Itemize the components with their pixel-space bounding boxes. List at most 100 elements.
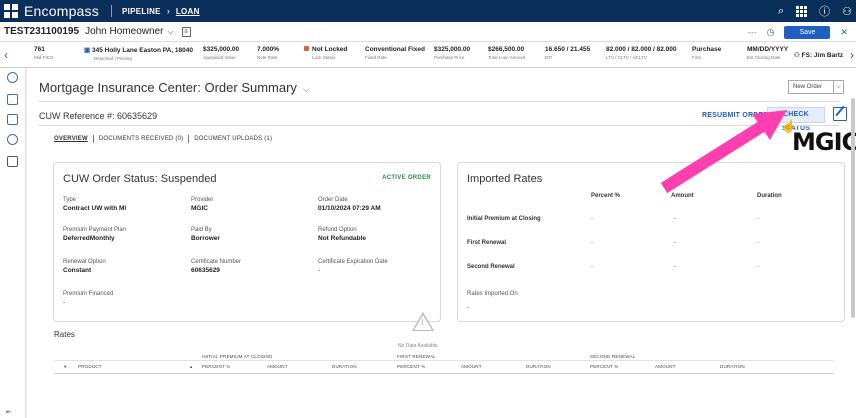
header-amount-3[interactable]: AMOUNT xyxy=(655,364,676,369)
breadcrumb-loan[interactable]: LOAN xyxy=(176,7,200,16)
close-icon[interactable]: ✕ xyxy=(840,27,848,38)
row-initial-premium: Initial Premium at Closing xyxy=(467,216,541,222)
loan-number: TEST231100195 xyxy=(4,26,80,37)
header-duration-3[interactable]: DURATION xyxy=(720,364,745,369)
check-status-button[interactable]: CHECK STATUS xyxy=(767,107,825,132)
property-icon: ▣ xyxy=(84,47,91,54)
col-amount: Amount xyxy=(671,193,694,199)
rates-table: INITIAL PREMIUM AT CLOSING FIRST RENEWAL… xyxy=(54,344,854,418)
tab-overview[interactable]: OVERVIEW xyxy=(54,136,93,142)
chevron-down-icon[interactable]: ⌵ xyxy=(167,27,173,37)
encompass-logo-icon xyxy=(4,4,18,18)
field-certificate-number: Certificate Number 60635629 xyxy=(191,259,242,274)
search-icon[interactable]: ⌕ xyxy=(778,5,784,18)
top-bar: Encompass PIPELINE › LOAN ⌕ ⓘ ⚇ xyxy=(0,0,856,22)
services-icon[interactable] xyxy=(7,134,18,145)
col-duration: Duration xyxy=(757,193,782,199)
cuw-reference: CUW Reference #: 60635629 xyxy=(39,111,158,121)
save-button[interactable]: Save xyxy=(784,25,831,39)
field-paid-by: Paid By Borrower xyxy=(191,227,220,242)
tab-documents-received[interactable]: DOCUMENTS RECEIVED (0) xyxy=(94,136,188,142)
vertical-scrollbar[interactable] xyxy=(851,98,855,318)
header-amount-1[interactable]: AMOUNT xyxy=(267,364,288,369)
person-icon: ⚇ xyxy=(794,52,800,59)
field-provider: Provider MGIC xyxy=(191,197,214,212)
borrower-name[interactable]: John Homeowner xyxy=(85,26,163,37)
summary-loan-type: Conventional Fixed Fixed Rate xyxy=(365,46,425,60)
header-percent-3[interactable]: PERCENT % xyxy=(590,364,618,369)
main-content: Mortgage Insurance Center: Order Summary… xyxy=(27,68,856,418)
rates-imported-on-label: Rates Imported On xyxy=(467,291,518,297)
header-percent-2[interactable]: PERCENT % xyxy=(397,364,425,369)
sort-icon[interactable]: ▾ xyxy=(64,364,66,370)
field-type: Type Contract UW with MI xyxy=(63,197,127,212)
pointer-cursor-icon: ☝ xyxy=(781,119,796,133)
resubmit-order-button[interactable]: RESUBMIT ORDER xyxy=(702,112,769,119)
page-title: Mortgage Insurance Center: Order Summary… xyxy=(39,80,310,95)
more-icon[interactable]: ··· xyxy=(748,27,757,37)
left-rail xyxy=(0,68,26,418)
history-icon[interactable]: ◷ xyxy=(767,27,775,38)
field-refund-option: Refund Option Not Refundable xyxy=(318,227,367,242)
help-icon[interactable]: ⓘ xyxy=(819,3,830,19)
rates-imported-on-value: - xyxy=(467,305,469,311)
summary-purpose: Purchase First xyxy=(692,46,722,60)
loan-summary-strip: ‹ 761 Mid-FICO ▣ 345 Holly Lane Easton PA… xyxy=(0,42,856,68)
breadcrumb-pipeline[interactable]: PIPELINE xyxy=(122,7,161,16)
order-status-title: CUW Order Status: Suspended xyxy=(63,173,217,185)
header-product[interactable]: PRODUCT xyxy=(78,364,102,369)
group-first-renewal: FIRST RENEWAL xyxy=(397,354,436,359)
row-first-renewal: First Renewal xyxy=(467,240,507,246)
field-premium-financed: Premium Financed - xyxy=(63,291,114,306)
tab-bar: OVERVIEW DOCUMENTS RECEIVED (0) DOCUMENT… xyxy=(54,135,277,143)
briefcase-icon[interactable] xyxy=(7,156,18,167)
summary-closing-date: MM/DD/YYYY Est Closing Date xyxy=(747,46,789,60)
summary-appraised: $325,000.00 Appraised Value xyxy=(203,46,240,60)
list-icon[interactable] xyxy=(7,94,18,105)
user-icon[interactable]: ⚇ xyxy=(842,5,852,18)
group-second-renewal: SECOND RENEWAL xyxy=(590,354,636,359)
field-order-date: Order Date 01/10/2024 07:29 AM xyxy=(318,197,381,212)
chevron-down-icon: ⌵ xyxy=(833,81,843,93)
summary-loan-officer[interactable]: ⚇ FS: Jim Bartz xyxy=(794,51,843,59)
collapse-icon[interactable]: ⇤ xyxy=(6,408,12,416)
apps-grid-icon[interactable] xyxy=(796,5,808,17)
header-duration-2[interactable]: DURATION xyxy=(526,364,551,369)
edit-icon[interactable] xyxy=(833,107,847,121)
exclamation-icon: ! xyxy=(421,318,424,327)
summary-purchase-price: $325,000.00 Purchase Price xyxy=(434,46,471,60)
row-second-renewal: Second Renewal xyxy=(467,264,515,270)
imported-rates-card: Imported Rates Percent % Amount Duration… xyxy=(457,162,845,322)
chevron-right-icon[interactable]: › xyxy=(850,48,854,62)
summary-property: ▣ 345 Holly Lane Easton PA, 18040 Detache… xyxy=(84,47,194,61)
imported-rates-title: Imported Rates xyxy=(467,173,543,185)
summary-dti: 16.650 / 21.455 DTI xyxy=(545,46,591,60)
chevron-left-icon[interactable]: ‹ xyxy=(4,48,8,62)
field-certificate-expiration: Certificate Expiration Date - xyxy=(318,259,388,274)
field-renewal-option: Renewal Option Constant xyxy=(63,259,106,274)
header-amount-2[interactable]: AMOUNT xyxy=(461,364,482,369)
col-percent: Percent % xyxy=(591,193,621,199)
summary-lock-status: Not Locked Lock Status xyxy=(304,46,347,60)
lightbulb-icon[interactable] xyxy=(7,72,18,83)
chevron-right-icon: › xyxy=(166,6,170,16)
group-initial-premium: INITIAL PREMIUM AT CLOSING xyxy=(202,354,273,359)
brand-name: Encompass xyxy=(24,3,99,19)
mgic-logo: MGIC xyxy=(792,128,856,156)
new-order-select[interactable]: New Order ⌵ xyxy=(788,80,844,94)
header-duration-1[interactable]: DURATION xyxy=(332,364,357,369)
field-premium-plan: Premium Payment Plan DeferredMonthly xyxy=(63,227,127,242)
rates-section-title: Rates xyxy=(54,330,75,339)
status-badge: ACTIVE ORDER xyxy=(382,175,431,181)
empty-state-text: No Data Available xyxy=(398,343,438,349)
loan-header: TEST231100195 John Homeowner ⌵ ≡ ··· ◷ S… xyxy=(0,22,856,42)
sort-asc-icon[interactable]: ▴ xyxy=(190,364,192,370)
summary-ltv: 82.000 / 82.000 / 82.000 LTV / CLTV / HCL… xyxy=(606,46,677,60)
document-icon[interactable]: ≡ xyxy=(181,26,191,37)
chevron-down-icon[interactable]: ⌵ xyxy=(303,84,310,94)
summary-note-rate: 7.000% Note Rate xyxy=(257,46,280,60)
form-icon[interactable] xyxy=(7,114,18,125)
header-percent-1[interactable]: PERCENT % xyxy=(202,364,230,369)
tab-document-uploads[interactable]: DOCUMENT UPLOADS (1) xyxy=(189,136,277,142)
order-status-card: CUW Order Status: Suspended ACTIVE ORDER… xyxy=(53,162,441,322)
